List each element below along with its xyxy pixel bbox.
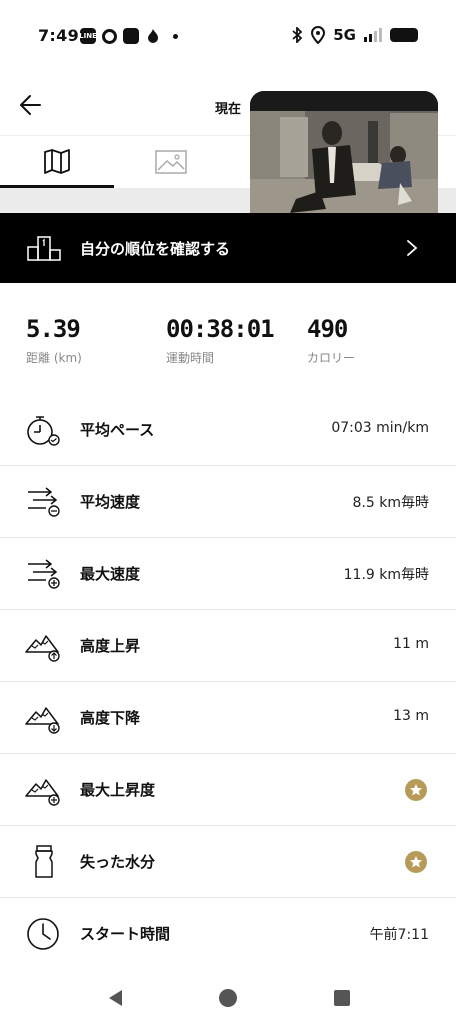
elevation-down-icon xyxy=(25,707,60,734)
back-button[interactable] xyxy=(18,92,44,118)
notification-icons: LINE xyxy=(79,28,178,44)
metric-label: 平均速度 xyxy=(80,493,141,511)
metric-row-avg-speed: 平均速度 8.5 km毎時 xyxy=(0,466,456,538)
metric-row-max-speed: 最大速度 11.9 km毎時 xyxy=(0,538,456,610)
home-circle-icon[interactable] xyxy=(216,986,240,1010)
fire-icon xyxy=(148,29,158,43)
metric-label: スタート時間 xyxy=(80,925,171,943)
star-icon xyxy=(410,784,422,796)
line-icon: LINE xyxy=(79,28,97,44)
chevron-right-icon xyxy=(407,240,418,256)
metric-value: 13 m xyxy=(393,708,429,724)
metric-row-start-time: スタート時間 午前7:11 xyxy=(0,898,456,970)
system-nav-bar xyxy=(0,972,456,1024)
network-type: 5G xyxy=(333,26,356,44)
bluetooth-icon xyxy=(292,27,303,43)
video-frame-image xyxy=(250,91,438,213)
speed-max-icon xyxy=(28,559,60,589)
metric-value: 07:03 min/km xyxy=(331,420,429,436)
distance-value: 5.39 xyxy=(26,315,81,343)
app-icon xyxy=(123,28,139,44)
duration-value: 00:38:01 xyxy=(166,315,275,343)
bottle-icon xyxy=(35,845,53,878)
check-ranking-label: 自分の順位を確認する xyxy=(80,240,231,258)
metric-label: 平均ペース xyxy=(80,421,155,439)
status-bar: 7:49 LINE 5G xyxy=(0,0,456,74)
battery-icon xyxy=(390,28,418,42)
stat-calories: 490 カロリー xyxy=(307,315,355,366)
metric-value: 11.9 km毎時 xyxy=(343,567,429,583)
metric-label: 失った水分 xyxy=(80,853,156,871)
metric-value: 8.5 km毎時 xyxy=(352,495,429,511)
podium-icon xyxy=(27,236,61,261)
system-icons: 5G xyxy=(291,26,418,44)
calories-value: 490 xyxy=(307,315,348,343)
duration-label: 運動時間 xyxy=(166,351,215,365)
signal-icon xyxy=(364,28,382,42)
photo-icon xyxy=(155,150,187,174)
back-triangle-icon[interactable] xyxy=(104,986,128,1010)
speed-avg-icon xyxy=(28,487,60,517)
elevation-up-icon xyxy=(25,635,60,662)
status-time: 7:49 xyxy=(38,26,79,45)
metric-label: 高度上昇 xyxy=(80,637,141,655)
stopwatch-icon xyxy=(27,416,60,446)
tab-photos[interactable] xyxy=(114,136,228,188)
metric-label: 最大上昇度 xyxy=(80,781,156,799)
check-ranking-banner[interactable]: 自分の順位を確認する xyxy=(0,213,456,283)
clock-icon xyxy=(27,918,59,950)
tab-map[interactable] xyxy=(0,136,114,188)
calories-label: カロリー xyxy=(307,351,356,365)
metric-row-max-elevation: 最大上昇度 xyxy=(0,754,456,826)
premium-star-badge[interactable] xyxy=(405,779,427,801)
metric-row-elevation-gain: 高度上昇 11 m xyxy=(0,610,456,682)
stat-distance: 5.39 距離 (km) xyxy=(26,315,82,366)
video-overlay[interactable] xyxy=(250,91,438,213)
recents-square-icon[interactable] xyxy=(330,986,354,1010)
star-icon xyxy=(410,856,422,868)
now-label: 現在 xyxy=(215,102,242,117)
stat-duration: 00:38:01 運動時間 xyxy=(166,315,275,366)
premium-star-badge[interactable] xyxy=(405,851,427,873)
metric-row-avg-pace: 平均ペース 07:03 min/km xyxy=(0,394,456,466)
metric-label: 高度下降 xyxy=(80,709,141,727)
metric-value: 午前7:11 xyxy=(369,927,429,943)
summary-stats: 5.39 距離 (km) 00:38:01 運動時間 490 カロリー xyxy=(0,283,456,393)
metric-label: 最大速度 xyxy=(80,565,141,583)
metric-row-elevation-loss: 高度下降 13 m xyxy=(0,682,456,754)
d-icon xyxy=(102,28,117,44)
metric-value: 11 m xyxy=(393,636,429,652)
back-arrow-icon xyxy=(20,95,41,115)
metric-row-water-lost: 失った水分 xyxy=(0,826,456,898)
elevation-max-icon xyxy=(25,779,60,806)
map-icon xyxy=(44,148,70,174)
dot-icon xyxy=(173,33,178,39)
location-icon xyxy=(311,26,326,44)
distance-label: 距離 (km) xyxy=(26,351,82,365)
